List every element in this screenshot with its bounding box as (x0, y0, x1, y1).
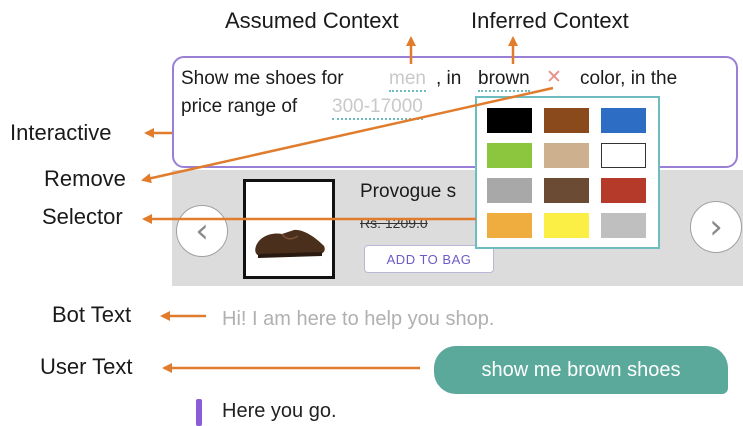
query-text-4: price range of (181, 96, 298, 117)
product-image[interactable] (243, 179, 335, 279)
bot-message: Hi! I am here to help you shop. (222, 308, 495, 330)
shoe-icon (255, 229, 325, 258)
price-chip[interactable]: 300-17000 (332, 96, 423, 120)
prev-button[interactable]: ‹ (176, 205, 228, 257)
color-swatch[interactable] (544, 108, 589, 133)
query-text-2: , in (436, 68, 462, 89)
reply-indicator (196, 399, 202, 426)
next-button[interactable]: › (690, 201, 742, 253)
color-swatch[interactable] (487, 213, 532, 238)
product-price: Rs. 1209.0 (360, 215, 428, 231)
remove-icon[interactable]: ✕ (546, 66, 562, 88)
chevron-left-icon: ‹ (195, 211, 209, 251)
query-text-1: Show me shoes for (181, 68, 344, 89)
color-selector (475, 96, 660, 249)
label-user-text: User Text (40, 354, 133, 379)
color-swatch[interactable] (544, 213, 589, 238)
color-swatch[interactable] (601, 108, 646, 133)
color-swatch[interactable] (601, 178, 646, 203)
color-swatch[interactable] (601, 143, 646, 168)
color-chip[interactable]: brown (478, 68, 530, 92)
color-swatch[interactable] (487, 108, 532, 133)
label-selector: Selector (42, 204, 123, 229)
label-interactive: Interactive (10, 120, 112, 145)
product-title[interactable]: Provogue s (360, 181, 456, 203)
label-remove: Remove (44, 166, 126, 191)
chevron-right-icon: › (709, 207, 723, 247)
color-swatch[interactable] (487, 178, 532, 203)
label-assumed-context: Assumed Context (225, 8, 399, 33)
label-inferred-context: Inferred Context (471, 8, 629, 33)
color-swatch[interactable] (601, 213, 646, 238)
color-swatch[interactable] (487, 143, 532, 168)
add-to-bag-button[interactable]: ADD TO BAG (364, 245, 494, 273)
color-swatch[interactable] (544, 143, 589, 168)
query-text-3: color, in the (580, 68, 678, 89)
gender-chip[interactable]: men (389, 68, 426, 92)
user-message: show me brown shoes (434, 346, 728, 394)
label-bot-text: Bot Text (52, 302, 132, 327)
bot-reply: Here you go. (222, 400, 337, 422)
color-swatch[interactable] (544, 178, 589, 203)
